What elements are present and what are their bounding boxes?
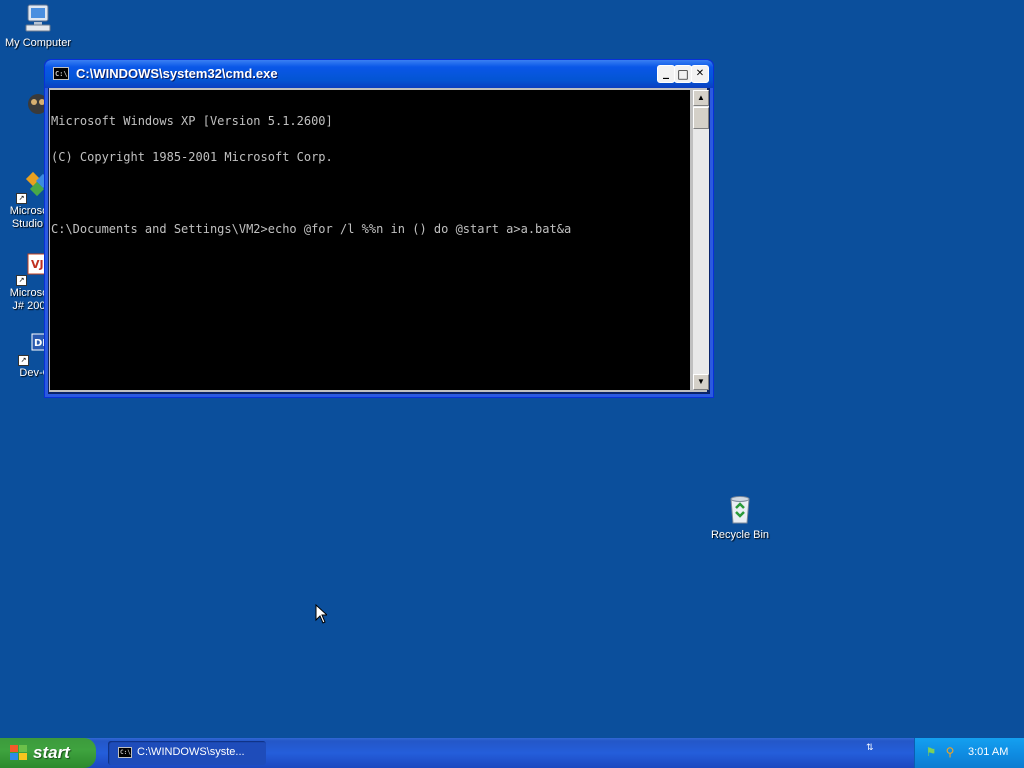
scroll-down-button[interactable]: ▼ [693, 374, 709, 390]
desktop-icon-my-computer[interactable]: My Computer [0, 2, 78, 50]
tray-expand-icon[interactable]: ⇅ [866, 743, 874, 752]
taskbar-button-label: C:\WINDOWS\syste... [137, 746, 245, 758]
desktop-icon-label: My Computer [4, 37, 72, 49]
mouse-cursor-icon [315, 604, 327, 624]
cmd-icon: C:\ [118, 747, 132, 758]
shortcut-arrow-icon: ↗ [16, 193, 27, 204]
desktop-icon-label: Recycle Bin [710, 529, 770, 541]
search-icon[interactable]: ⚲ [943, 745, 957, 759]
windows-logo-icon [10, 745, 28, 761]
start-label: start [33, 743, 70, 762]
recycle-bin-icon [724, 494, 756, 526]
system-tray: ⚑ ⚲ 3:01 AM [914, 738, 1024, 768]
close-button[interactable]: ✕ [691, 65, 709, 83]
console-output[interactable]: Microsoft Windows XP [Version 5.1.2600] … [50, 90, 690, 390]
minimize-button[interactable]: _ [657, 65, 675, 83]
scroll-thumb[interactable] [693, 107, 709, 129]
computer-icon [22, 2, 54, 34]
taskbar: start C:\ C:\WINDOWS\syste... ⇅ ⚑ ⚲ 3:01… [0, 738, 1024, 768]
console-line: Microsoft Windows XP [Version 5.1.2600] [51, 114, 333, 128]
console-line: C:\Documents and Settings\VM2>echo @for … [51, 222, 572, 236]
vertical-scrollbar[interactable]: ▲ ▼ [692, 90, 709, 390]
shortcut-arrow-icon: ↗ [16, 275, 27, 286]
start-button[interactable]: start [0, 738, 96, 768]
window-client: Microsoft Windows XP [Version 5.1.2600] … [49, 88, 709, 392]
clock[interactable]: 3:01 AM [968, 746, 1008, 758]
network-icon[interactable]: ⚑ [924, 745, 938, 759]
cmd-window[interactable]: C:\ C:\WINDOWS\system32\cmd.exe _ □ ✕ Mi… [44, 59, 714, 398]
maximize-button[interactable]: □ [674, 65, 692, 83]
title-bar[interactable]: C:\ C:\WINDOWS\system32\cmd.exe _ □ ✕ [45, 60, 713, 88]
console-line: (C) Copyright 1985-2001 Microsoft Corp. [51, 150, 333, 164]
cmd-icon: C:\ [53, 67, 69, 80]
scroll-up-button[interactable]: ▲ [693, 90, 709, 106]
window-title: C:\WINDOWS\system32\cmd.exe [76, 66, 278, 81]
desktop-icon-recycle-bin[interactable]: Recycle Bin [700, 494, 780, 542]
shortcut-arrow-icon: ↗ [18, 355, 29, 366]
taskbar-button-cmd[interactable]: C:\ C:\WINDOWS\syste... [108, 741, 266, 765]
